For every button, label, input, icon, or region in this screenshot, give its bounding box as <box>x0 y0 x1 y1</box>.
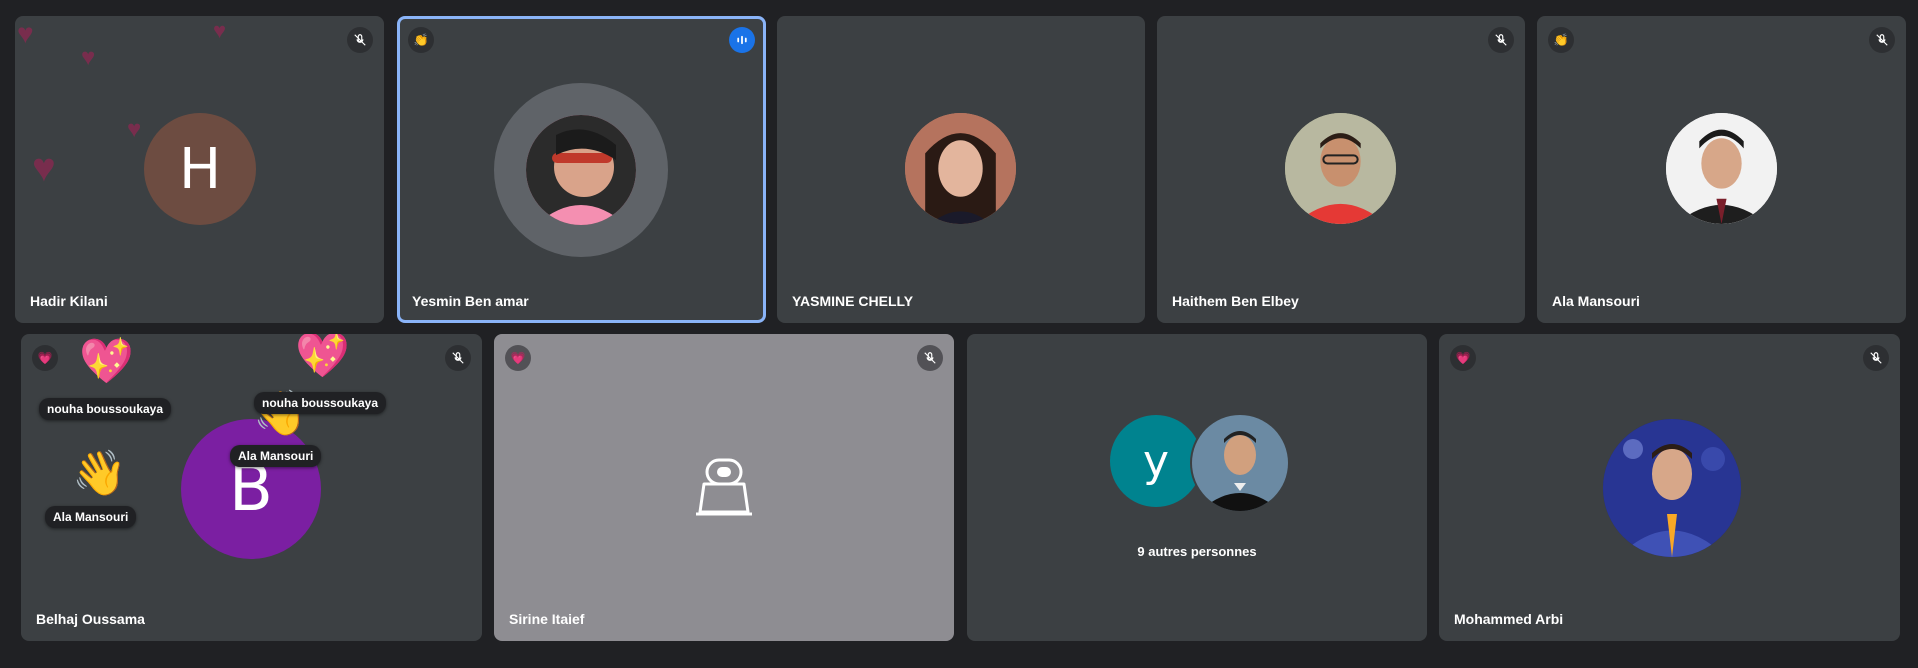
floating-heart-decoration: ♥ <box>127 116 142 143</box>
reaction-sender-tag: nouha boussoukaya <box>39 398 172 420</box>
floating-heart-decoration: ♥ <box>17 18 34 49</box>
avatar <box>905 113 1016 224</box>
floating-heart-decoration: ♥ <box>32 146 56 190</box>
mic-off-icon <box>1869 27 1895 53</box>
sparkling-heart-reaction-icon: 💖 <box>295 334 350 380</box>
participant-name: Haithem Ben Elbey <box>1172 293 1299 309</box>
participant-tile-mohammed-arbi[interactable]: 💗 Mohammed Arbi <box>1439 334 1900 641</box>
participant-name: Belhaj Oussama <box>36 611 145 627</box>
participant-tile-haithem-ben-elbey[interactable]: Haithem Ben Elbey <box>1157 16 1525 323</box>
participant-name: Ala Mansouri <box>1552 293 1640 309</box>
avatar <box>1285 113 1396 224</box>
participant-name: Hadir Kilani <box>30 293 108 309</box>
speaking-icon <box>729 27 755 53</box>
participant-tile-sirine-itaief[interactable]: 💗 Sirine Itaief <box>494 334 954 641</box>
mic-off-icon <box>1488 27 1514 53</box>
participant-tile-yesmin-ben-amar[interactable]: 👏 Yesmin Ben amar <box>397 16 766 323</box>
clap-reaction-icon: 👏 <box>408 27 434 53</box>
avatar: y <box>1110 415 1202 507</box>
others-count-label: 9 autres personnes <box>1137 544 1257 559</box>
participant-tile-yasmine-chelly[interactable]: YASMINE CHELLY <box>777 16 1145 323</box>
heart-reaction-icon: 💗 <box>1450 345 1476 371</box>
mic-off-icon <box>347 27 373 53</box>
heart-reaction-icon: 💗 <box>32 345 58 371</box>
avatar-initial: H <box>178 136 222 202</box>
others-tile[interactable]: y 9 autres personnes <box>967 334 1427 641</box>
reaction-sender-tag: nouha boussoukaya <box>254 392 387 414</box>
participant-tile-hadir-kilani[interactable]: ♥ ♥ ♥ ♥ ♥ H Hadir Kilani <box>15 16 384 323</box>
mic-off-icon <box>445 345 471 371</box>
avatar <box>1190 413 1290 513</box>
participant-name: Yesmin Ben amar <box>412 293 529 309</box>
participant-name: Mohammed Arbi <box>1454 611 1564 627</box>
avatar <box>1666 113 1777 224</box>
avatar: H <box>144 113 256 225</box>
sparkling-heart-reaction-icon: 💖 <box>79 337 134 386</box>
camera-off-icon <box>690 454 758 518</box>
reaction-sender-tag: Ala Mansouri <box>230 445 322 467</box>
mic-off-icon <box>917 345 943 371</box>
participant-tile-belhaj-oussama[interactable]: 💗 B 💖 nouha boussoukaya 💖 👋 nouha bousso… <box>21 334 482 641</box>
floating-heart-decoration: ♥ <box>213 18 227 43</box>
floating-heart-decoration: ♥ <box>81 44 96 71</box>
avatar-initial: y <box>1142 435 1170 487</box>
avatar <box>526 115 636 225</box>
avatar <box>1603 419 1741 557</box>
participant-tile-ala-mansouri[interactable]: 👏 Ala Mansouri <box>1537 16 1906 323</box>
reaction-sender-tag: Ala Mansouri <box>45 506 137 528</box>
mic-off-icon <box>1863 345 1889 371</box>
avatar: B <box>181 419 321 559</box>
participant-name: YASMINE CHELLY <box>792 293 914 309</box>
participant-name: Sirine Itaief <box>509 611 585 627</box>
clap-reaction-icon: 👏 <box>1548 27 1574 53</box>
waving-hand-reaction-icon: 👋 <box>72 449 127 498</box>
heart-reaction-icon: 💗 <box>505 345 531 371</box>
